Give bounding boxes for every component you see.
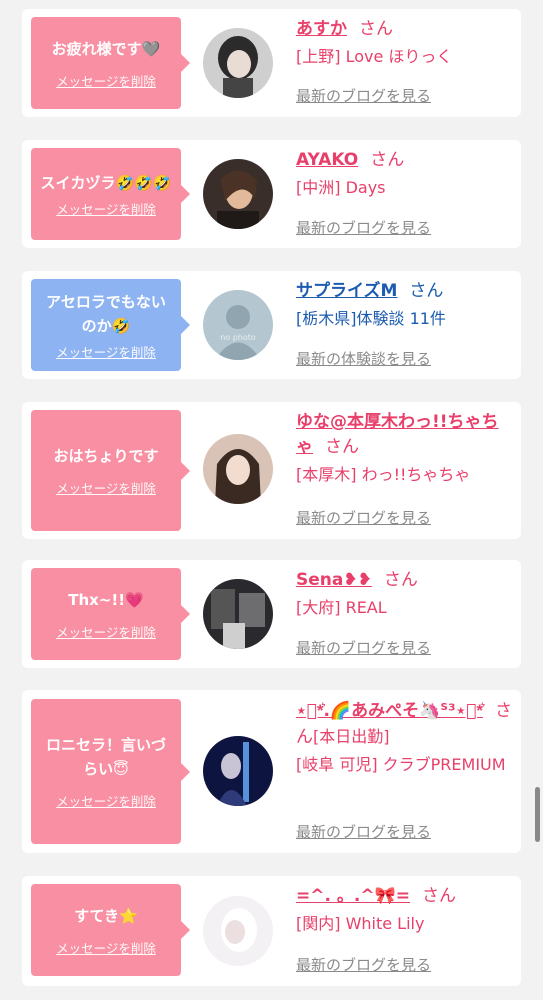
latest-blog-link[interactable]: 最新のブログを見る	[296, 954, 431, 975]
profile-name-link[interactable]: Sena❥❥	[296, 570, 372, 590]
honorific-label: さん	[325, 437, 359, 457]
work-status-label: [本日出勤]	[313, 727, 390, 746]
message-text: すてき⭐	[74, 906, 138, 925]
latest-blog-link[interactable]: 最新のブログを見る	[296, 217, 431, 238]
delete-message-link[interactable]: メッセージを削除	[56, 622, 156, 641]
message-bubble: すてき⭐ メッセージを削除	[31, 884, 190, 976]
profile-name-link[interactable]: ⋆͛*͛.🌈あみぺそ🦄ᔆ³⋆͛*͛	[296, 701, 483, 721]
latest-blog-link[interactable]: 最新のブログを見る	[296, 507, 431, 528]
experience-count-label: [栃木県]体験談 11件	[296, 309, 446, 328]
message-text: ロニセラ！言いづらい😇	[45, 736, 166, 778]
message-bubble: アセロラでもないのか🤣 メッセージを削除	[31, 279, 190, 371]
avatar[interactable]: no photo	[203, 290, 273, 360]
avatar[interactable]	[203, 28, 273, 98]
message-bubble: Thx~!!💗 メッセージを削除	[31, 568, 190, 660]
avatar[interactable]	[203, 159, 273, 229]
honorific-label: さん	[409, 281, 444, 301]
shop-label: [本厚木] わっ!!ちゃちゃ	[296, 465, 471, 484]
list-item: アセロラでもないのか🤣 メッセージを削除 no photo サプライズM さん […	[22, 271, 521, 379]
list-item: スイカヅラ🤣🤣🤣 メッセージを削除 AYAKO さん [中洲] Days 最新のブ…	[22, 140, 521, 248]
profile-name-link[interactable]: あすか	[296, 19, 347, 39]
latest-review-link[interactable]: 最新の体験談を見る	[296, 348, 431, 369]
avatar[interactable]	[203, 896, 273, 966]
latest-blog-link[interactable]: 最新のブログを見る	[296, 637, 431, 658]
list-item: おはちょりです メッセージを削除 ゆな@本厚木わっ!!ちゃちゃ さん [本厚木] …	[22, 402, 521, 539]
list-item: すてき⭐ メッセージを削除 =^. 。.^🎀= さん [関内] White Lil…	[22, 876, 521, 986]
message-text: Thx~!!💗	[68, 590, 144, 609]
message-bubble: おはちょりです メッセージを削除	[31, 410, 190, 531]
profile-info: =^. 。.^🎀= さん [関内] White Lily	[296, 884, 512, 937]
profile-info: AYAKO さん [中洲] Days	[296, 148, 512, 201]
shop-label: [中洲] Days	[296, 178, 386, 197]
delete-message-link[interactable]: メッセージを削除	[56, 478, 156, 497]
shop-label: [関内] White Lily	[296, 914, 425, 933]
honorific-label: さん	[383, 570, 418, 590]
message-text: アセロラでもないのか🤣	[46, 292, 166, 335]
profile-info: ゆな@本厚木わっ!!ちゃちゃ さん [本厚木] わっ!!ちゃちゃ	[296, 410, 512, 488]
profile-info: ⋆͛*͛.🌈あみぺそ🦄ᔆ³⋆͛*͛ さん[本日出勤] [岐阜 可児] クラブPRE…	[296, 699, 512, 778]
shop-label: [岐阜 可児] クラブPREMIUM	[296, 755, 506, 774]
list-item: お疲れ様です🩶 メッセージを削除 あすか さん [上野] Love ほりっく 最新…	[22, 9, 521, 117]
message-bubble: スイカヅラ🤣🤣🤣 メッセージを削除	[31, 148, 190, 240]
delete-message-link[interactable]: メッセージを削除	[56, 71, 156, 90]
profile-info: サプライズM さん [栃木県]体験談 11件	[296, 279, 512, 332]
profile-name-link[interactable]: AYAKO	[296, 150, 358, 170]
message-bubble: お疲れ様です🩶 メッセージを削除	[31, 17, 190, 109]
message-bubble: ロニセラ！言いづらい😇 メッセージを削除	[31, 699, 190, 844]
avatar[interactable]	[203, 579, 273, 649]
shop-label: [上野] Love ほりっく	[296, 47, 453, 66]
delete-message-link[interactable]: メッセージを削除	[56, 199, 156, 218]
avatar[interactable]	[203, 736, 273, 806]
profile-info: Sena❥❥ さん [大府] REAL	[296, 568, 512, 621]
list-item: ロニセラ！言いづらい😇 メッセージを削除 ⋆͛*͛.🌈あみぺそ🦄ᔆ³⋆͛*͛ さん…	[22, 690, 521, 853]
latest-blog-link[interactable]: 最新のブログを見る	[296, 821, 431, 842]
delete-message-link[interactable]: メッセージを削除	[56, 342, 156, 361]
profile-info: あすか さん [上野] Love ほりっく	[296, 17, 512, 70]
latest-blog-link[interactable]: 最新のブログを見る	[296, 85, 431, 106]
message-text: おはちょりです	[53, 447, 159, 465]
message-text: お疲れ様です🩶	[51, 39, 161, 58]
delete-message-link[interactable]: メッセージを削除	[56, 791, 156, 810]
honorific-label: さん	[370, 150, 405, 170]
honorific-label: さん	[359, 19, 393, 39]
no-photo-text: no photo	[220, 333, 256, 342]
delete-message-link[interactable]: メッセージを削除	[56, 938, 156, 957]
avatar[interactable]	[203, 434, 273, 504]
message-text: スイカヅラ🤣🤣🤣	[40, 173, 172, 192]
scrollbar[interactable]	[535, 787, 540, 842]
shop-label: [大府] REAL	[296, 598, 387, 617]
list-item: Thx~!!💗 メッセージを削除 Sena❥❥ さん [大府] REAL 最新のブ…	[22, 560, 521, 668]
profile-name-link[interactable]: サプライズM	[296, 281, 397, 301]
profile-name-link[interactable]: =^. 。.^🎀=	[296, 886, 410, 906]
honorific-label: さん	[421, 886, 456, 906]
